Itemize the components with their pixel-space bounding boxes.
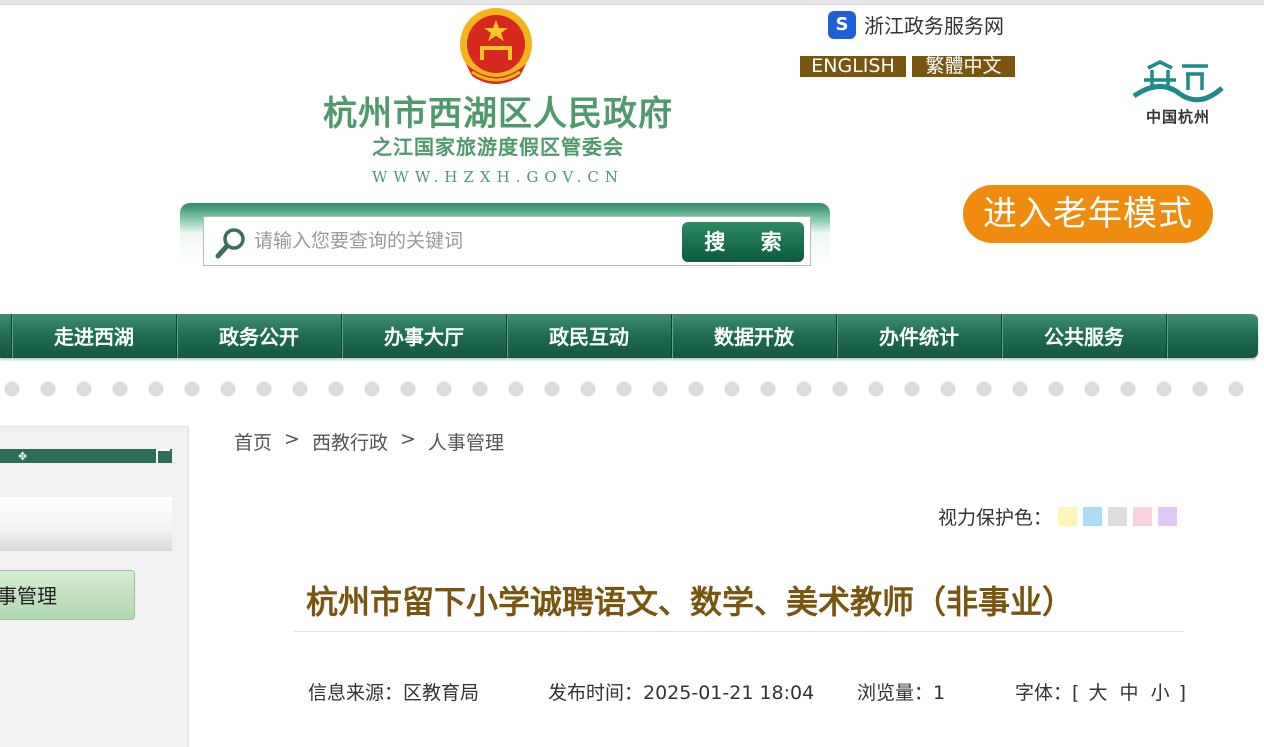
zhejiang-service-icon: S: [828, 10, 856, 39]
article-views: 浏览量：1: [857, 682, 946, 704]
swatch-blue[interactable]: [1083, 507, 1103, 526]
ornament-icon: ✥: [18, 450, 28, 463]
swatch-pink[interactable]: [1133, 507, 1153, 526]
nav-item-open-data[interactable]: 数据开放: [672, 314, 837, 358]
search-button[interactable]: 搜 索: [682, 222, 804, 262]
english-button[interactable]: ENGLISH: [800, 56, 906, 77]
font-size-close-bracket: ]: [1178, 682, 1187, 704]
font-size-control: 字体：[ 大 中 小 ]: [1015, 678, 1186, 705]
breadcrumb-education[interactable]: 西教行政: [312, 428, 388, 455]
breadcrumb-separator: >: [399, 428, 416, 450]
article-source: 信息来源：区教育局: [308, 682, 480, 704]
swatch-gray[interactable]: [1108, 507, 1128, 526]
nav-item-interaction[interactable]: 政民互动: [507, 314, 672, 358]
elder-mode-button[interactable]: 进入老年模式: [963, 185, 1213, 243]
main-nav: 走进西湖 政务公开 办事大厅 政民互动 数据开放 办件统计 公共服务: [0, 314, 1258, 358]
font-size-label: 字体：[: [1015, 682, 1080, 704]
breadcrumb-home[interactable]: 首页: [234, 428, 272, 455]
breadcrumb-separator: >: [284, 428, 300, 450]
top-border: [0, 0, 1264, 5]
zhejiang-service-link[interactable]: S 浙江政务服务网: [828, 10, 1004, 39]
nav-item-statistics[interactable]: 办件统计: [837, 314, 1002, 358]
breadcrumb-personnel[interactable]: 人事管理: [428, 428, 504, 455]
sidebar-item-personnel[interactable]: 事管理: [0, 570, 135, 620]
eye-care-label: 视力保护色：: [938, 507, 1053, 529]
font-large-button[interactable]: 大: [1085, 682, 1110, 704]
breadcrumb: 首页 > 西教行政 > 人事管理: [234, 428, 504, 455]
china-hangzhou-label: 中国杭州: [1145, 108, 1210, 126]
nav-separator: [0, 314, 12, 358]
zhejiang-service-label: 浙江政务服务网: [864, 14, 1004, 38]
eye-care-colors: 视力保护色：: [938, 503, 1178, 530]
swatch-purple[interactable]: [1158, 507, 1178, 526]
traditional-chinese-button[interactable]: 繁體中文: [912, 56, 1015, 77]
search-icon: [215, 228, 245, 259]
nav-item-public-service[interactable]: 公共服务: [1002, 314, 1167, 358]
nav-item-intro[interactable]: 走进西湖: [12, 314, 177, 358]
sidebar-banner: [0, 497, 172, 551]
dotted-divider: [0, 380, 1264, 398]
site-subtitle: 之江国家旅游度假区管委会: [372, 135, 624, 159]
corner-ornament-icon: [156, 449, 170, 463]
china-hangzhou-logo[interactable]: 中国杭州: [1130, 56, 1226, 128]
article-title: 杭州市留下小学诚聘语文、数学、美术教师（非事业）: [294, 580, 1184, 632]
search-input[interactable]: [254, 225, 674, 257]
site-title: 杭州市西湖区人民政府: [323, 94, 673, 134]
sidebar-header: ✥: [0, 449, 172, 463]
left-sidebar: ✥ 事管理: [0, 426, 189, 747]
national-emblem-icon: [460, 8, 532, 84]
swatch-yellow[interactable]: [1058, 507, 1078, 526]
hangzhou-logo-icon: [1132, 60, 1224, 103]
article-publish-time: 发布时间：2025-01-21 18:04: [548, 682, 815, 704]
font-small-button[interactable]: 小: [1148, 682, 1173, 704]
search-box: 搜 索: [203, 216, 811, 266]
nav-item-service-hall[interactable]: 办事大厅: [342, 314, 507, 358]
site-url[interactable]: WWW.HZXH.GOV.CN: [318, 166, 678, 188]
font-medium-button[interactable]: 中: [1117, 682, 1142, 704]
nav-item-gov-affairs[interactable]: 政务公开: [177, 314, 342, 358]
